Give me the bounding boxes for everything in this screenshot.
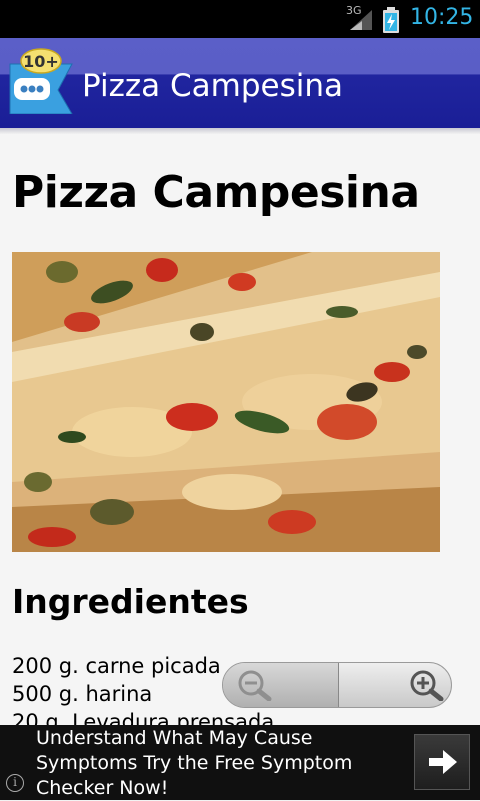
status-bar: 3G 10:25 xyxy=(0,0,480,38)
zoom-in-icon xyxy=(410,670,444,701)
app-badge: 10+ xyxy=(23,52,59,71)
ad-banner[interactable]: Understand What May Cause Symptoms Try t… xyxy=(0,725,480,800)
ad-text[interactable]: Understand What May Cause Symptoms Try t… xyxy=(36,726,406,801)
ingredient-item: 20 g. Levadura prensada xyxy=(12,710,275,725)
ad-go-button[interactable] xyxy=(414,734,470,790)
signal-icon xyxy=(350,10,372,30)
recipe-content[interactable]: Pizza Campesina Ingredientes 200 g. carn… xyxy=(0,134,480,725)
recipe-title: Pizza Campesina xyxy=(12,167,420,218)
action-bar: 10+ Pizza Campesina xyxy=(0,38,480,128)
app-logo-icon[interactable]: 10+ xyxy=(6,48,76,114)
zoom-out-icon xyxy=(238,670,272,701)
zoom-in-button[interactable] xyxy=(339,663,451,707)
pizza-photo xyxy=(12,252,440,552)
ingredients-heading: Ingredientes xyxy=(12,582,249,621)
battery-charging-icon xyxy=(383,7,399,33)
info-icon[interactable]: i xyxy=(6,774,24,792)
clock: 10:25 xyxy=(410,5,474,30)
zoom-controls xyxy=(222,662,452,708)
zoom-out-button[interactable] xyxy=(223,663,339,707)
arrow-right-icon xyxy=(429,750,457,774)
action-bar-title: Pizza Campesina xyxy=(82,68,344,104)
